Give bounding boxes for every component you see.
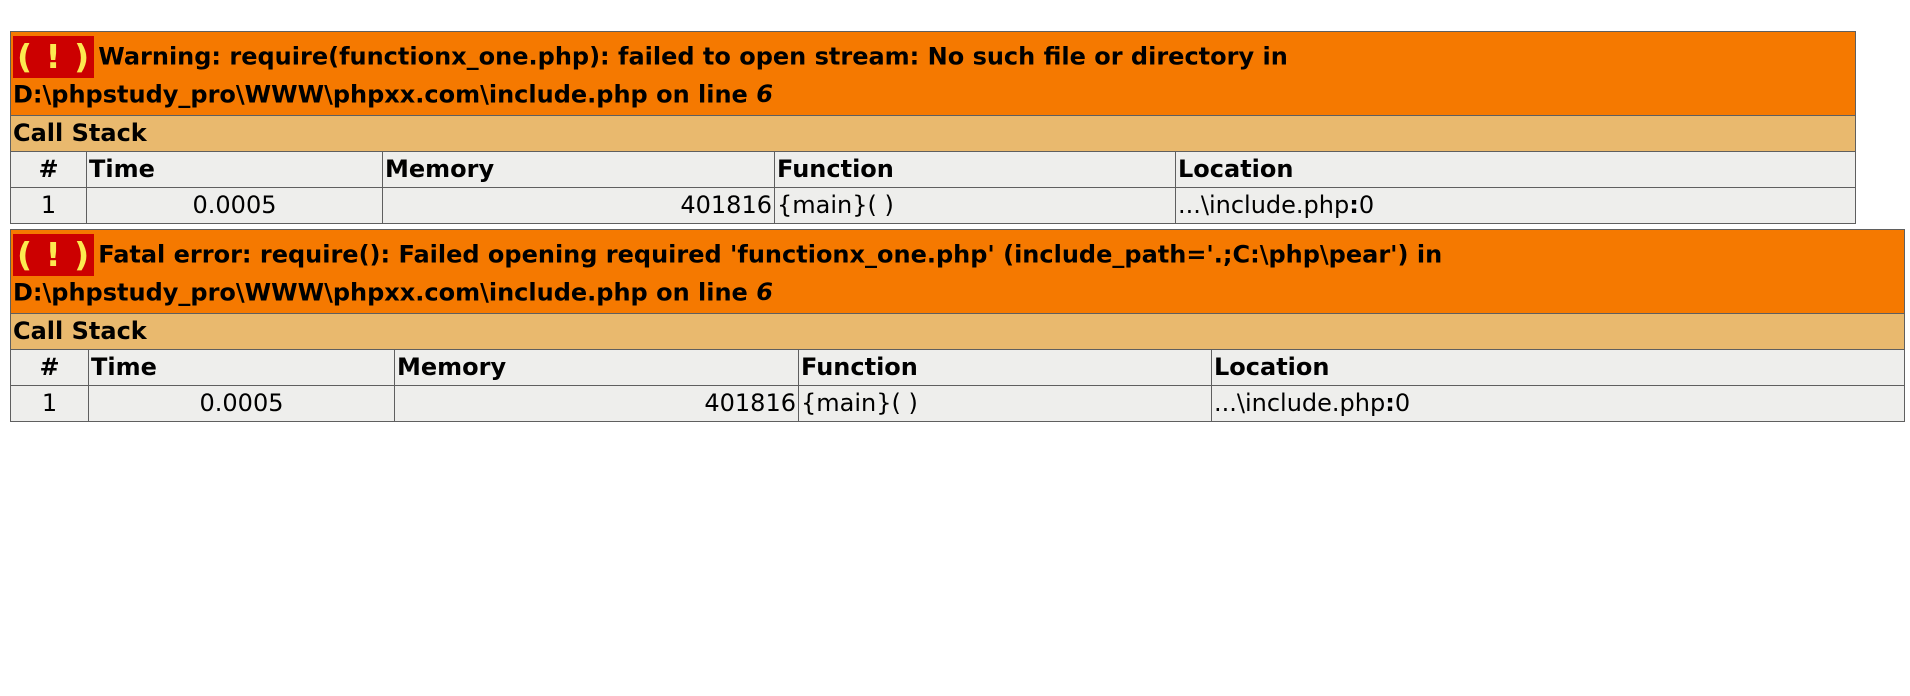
location-file: ...\include.php [1178,191,1350,219]
table-row: 1 0.0005 401816 {main}( ) ...\include.ph… [10,186,1856,224]
error-message: ( ! ) Warning: require(functionx_one.php)… [10,31,1856,116]
location-line: 0 [1358,191,1375,219]
row-time: 0.0005 [86,186,383,224]
row-memory: 401816 [394,384,799,422]
col-header-function: Function [798,348,1212,386]
error-message-text: Fatal error: require(): Failed opening r… [13,240,1443,307]
call-stack-title: Call Stack [10,114,1856,152]
col-header-location: Location [1175,150,1856,188]
location-separator: : [1385,389,1395,417]
error-line-number: 6 [756,80,773,108]
col-header-function: Function [774,150,1176,188]
warning-exclamation-icon: ( ! ) [13,36,95,78]
location-file: ...\include.php [1214,389,1386,417]
call-stack-header-row: # Time Memory Function Location [10,150,1856,188]
location-separator: : [1349,191,1359,219]
error-line-number: 6 [756,278,773,306]
row-num: 1 [10,186,87,224]
row-function: {main}( ) [774,186,1176,224]
col-header-num: # [10,348,89,386]
row-location: ...\include.php:0 [1211,384,1905,422]
warning-error-table: ( ! ) Warning: require(functionx_one.php)… [10,31,1856,224]
col-header-time: Time [86,150,383,188]
table-row: 1 0.0005 401816 {main}( ) ...\include.ph… [10,384,1905,422]
col-header-location: Location [1211,348,1905,386]
row-function: {main}( ) [798,384,1212,422]
fatal-exclamation-icon: ( ! ) [13,234,95,276]
location-line: 0 [1394,389,1411,417]
error-message: ( ! ) Fatal error: require(): Failed open… [10,229,1905,314]
row-location: ...\include.php:0 [1175,186,1856,224]
col-header-memory: Memory [394,348,799,386]
call-stack-header-row: # Time Memory Function Location [10,348,1905,386]
call-stack-title: Call Stack [10,312,1905,350]
fatal-error-table: ( ! ) Fatal error: require(): Failed open… [10,229,1905,422]
col-header-time: Time [88,348,395,386]
col-header-memory: Memory [382,150,775,188]
error-message-text: Warning: require(functionx_one.php): fai… [13,42,1288,109]
row-num: 1 [10,384,89,422]
row-time: 0.0005 [88,384,395,422]
row-memory: 401816 [382,186,775,224]
col-header-num: # [10,150,87,188]
